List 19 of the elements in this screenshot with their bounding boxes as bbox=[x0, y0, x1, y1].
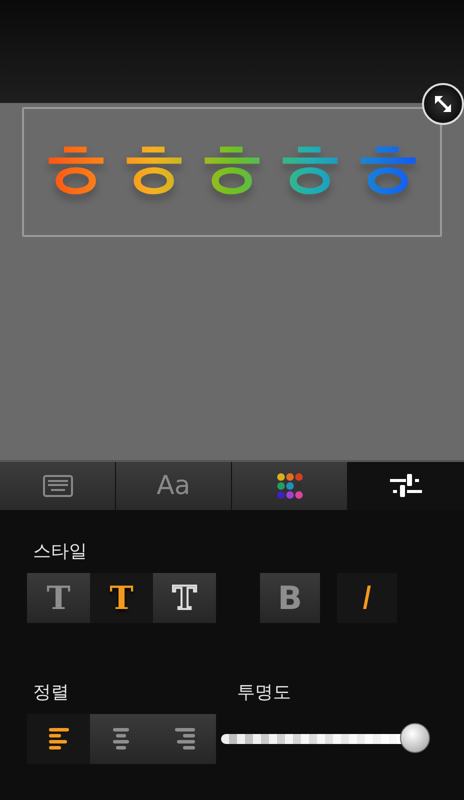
toolbar-tab[interactable]: Aa bbox=[116, 462, 232, 510]
keyboard-icon bbox=[42, 475, 72, 497]
align-right-button[interactable] bbox=[153, 714, 216, 764]
outline-style-button[interactable]: T bbox=[153, 573, 216, 623]
align-right-icon bbox=[172, 726, 196, 752]
section-title: 정렬 bbox=[33, 681, 70, 705]
shadow-style-button[interactable]: T bbox=[90, 573, 153, 623]
slider-thumb[interactable] bbox=[400, 723, 430, 753]
plain-style-button[interactable]: T bbox=[27, 573, 90, 623]
bold-button[interactable]: B bbox=[260, 573, 320, 623]
align-left-button[interactable] bbox=[27, 714, 90, 764]
italic-button[interactable]: I bbox=[337, 573, 397, 623]
align-left-icon bbox=[46, 726, 70, 752]
align-center-button[interactable] bbox=[90, 714, 153, 764]
section-title: 스타일 bbox=[33, 540, 88, 564]
sliders-icon bbox=[390, 473, 422, 499]
resize-handle[interactable] bbox=[422, 83, 464, 125]
color-dots-icon bbox=[276, 473, 302, 499]
section-title: 투명도 bbox=[237, 681, 292, 705]
